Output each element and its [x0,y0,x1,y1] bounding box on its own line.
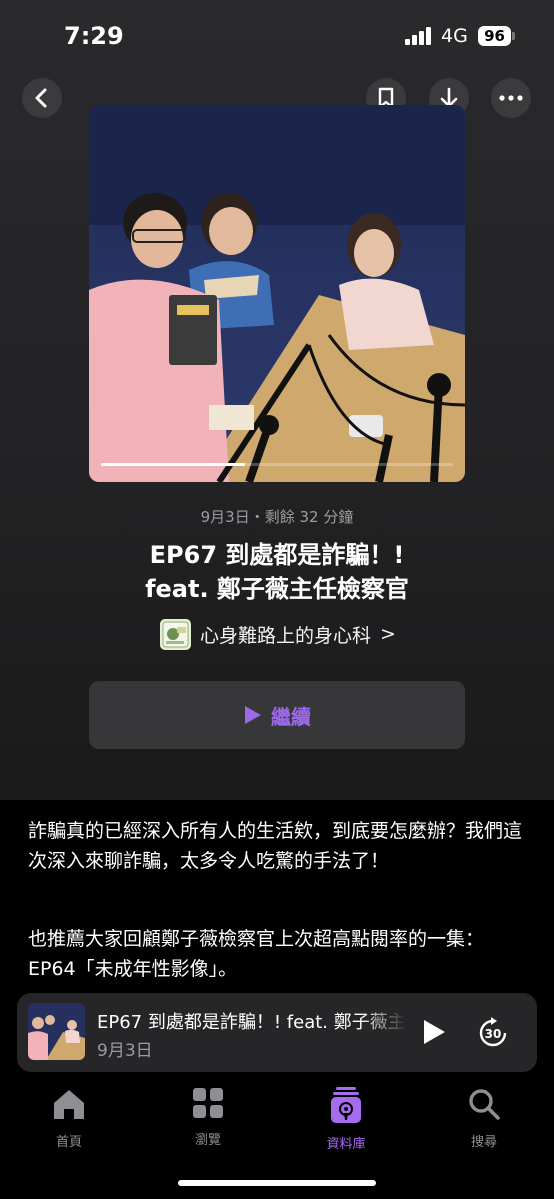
episode-title-line2: feat. 鄭子薇主任檢察官 [145,575,409,603]
play-icon [245,706,261,724]
battery-icon: 96 [478,26,511,46]
back-button[interactable] [22,78,62,118]
mini-player-title: EP67 到處都是詐騙！! feat. 鄭子薇主任檢察官 [97,1012,407,1033]
podcast-link[interactable]: 心身難路上的身心科 > [160,618,396,650]
home-icon [54,1090,84,1119]
status-time: 7:29 [64,22,124,50]
signal-icon [405,27,433,45]
podcast-episode-screen: 7:29 4G 96 9月3日・剩餘 32 分鐘 EP67 到處都是詐騙！! f… [0,0,554,1199]
episode-progress-fill [101,463,246,466]
tab-label-home: 首頁 [55,1135,82,1150]
tab-library[interactable]: 資料庫 [301,1087,391,1152]
tab-search[interactable]: 搜尋 [439,1087,529,1150]
network-type: 4G [441,25,468,47]
episode-artwork [89,105,465,482]
play-icon [424,1020,445,1044]
tab-label-search: 搜尋 [470,1135,497,1150]
chevron-right-icon: > [380,623,396,645]
mini-player[interactable]: EP67 到處都是詐騙！! feat. 鄭子薇主任檢察官 9月3日 30 [17,993,537,1072]
continue-label: 繼續 [271,704,311,729]
podcast-thumbnail [160,618,191,650]
skip-forward-30-icon: 30 [479,1017,507,1047]
mini-player-date: 9月3日 [97,1041,153,1061]
episode-progress-bar [101,463,453,466]
more-button[interactable] [491,78,531,118]
episode-title-line1: EP67 到處都是詐騙！! [149,541,405,569]
home-indicator [178,1180,376,1186]
episode-meta: 9月3日・剩餘 32 分鐘 [200,508,354,526]
chevron-left-icon [35,88,47,108]
search-icon [469,1089,500,1120]
library-podcast-icon [331,1087,361,1123]
episode-title: EP67 到處都是詐騙！! feat. 鄭子薇主任檢察官 [0,538,554,606]
episode-description-2: 也推薦大家回顧鄭子薇檢察官上次超高點閱率的一集：EP64「未成年性影像」。 [28,928,485,980]
artwork-photo [89,105,465,482]
tab-label-library: 資料庫 [326,1137,366,1152]
continue-play-button[interactable]: 繼續 [89,681,465,749]
skip-label: 30 [485,1027,502,1041]
battery-tip [512,32,515,40]
browse-grid-icon [193,1088,223,1118]
mini-player-artwork [28,1003,85,1060]
tab-label-browse: 瀏覽 [194,1133,221,1148]
ellipsis-icon [499,95,523,101]
tab-browse[interactable]: 瀏覽 [163,1087,253,1148]
mini-play-button[interactable] [418,1017,448,1047]
episode-description-1: 詐騙真的已經深入所有人的生活欸，到底要怎麼辦？我們這次深入來聊詐騙，太多令人吃驚… [28,820,523,872]
podcast-name: 心身難路上的身心科 [200,624,372,647]
tab-home[interactable]: 首頁 [24,1087,114,1150]
skip-forward-30-button[interactable]: 30 [477,1015,509,1049]
